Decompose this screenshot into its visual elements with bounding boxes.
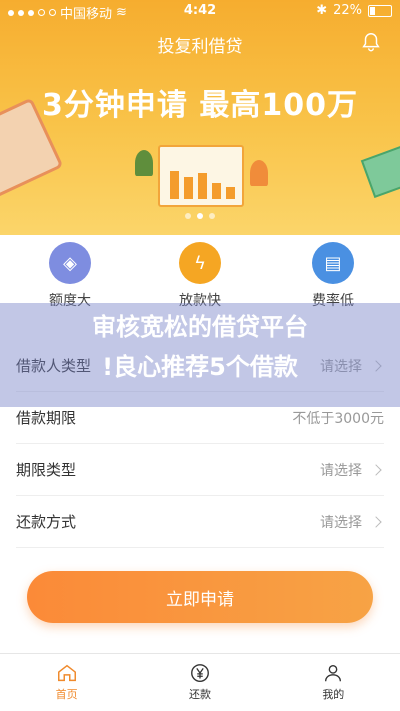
chevron-right-icon: [370, 463, 382, 476]
plant-illustration: [135, 150, 153, 176]
hero-banner: 中国移动 ≋ 4:42 ✱ 22% 投复利借贷 3分钟申请 最高100万: [0, 0, 400, 235]
battery-percent: 22%: [333, 3, 362, 18]
tab-label: 还款: [188, 688, 211, 701]
wallet-icon: ◈: [49, 242, 91, 284]
row-label: 期限类型: [16, 461, 77, 479]
bluetooth-icon: ✱: [316, 3, 328, 18]
chart-board-illustration: [158, 145, 244, 207]
yen-icon: [191, 664, 209, 682]
feature-item: ϟ 放款快: [150, 240, 250, 310]
status-bar: 中国移动 ≋ 4:42 ✱ 22%: [0, 0, 400, 22]
tab-label: 首页: [55, 688, 78, 701]
apply-button[interactable]: 立即申请: [27, 571, 373, 623]
bell-icon[interactable]: [360, 31, 382, 53]
feature-item: ◈ 额度大: [20, 240, 120, 310]
chevron-right-icon: [370, 515, 382, 528]
tab-label: 我的: [322, 688, 345, 701]
id-card-icon: ▤: [312, 242, 354, 284]
feature-item: ▤ 费率低: [283, 240, 383, 310]
row-label: 还款方式: [16, 513, 77, 531]
home-icon: [57, 664, 76, 682]
promo-overlay[interactable]: 审核宽松的借贷平台 !良心推荐5个借款: [0, 303, 400, 407]
lightning-icon: ϟ: [179, 242, 221, 284]
tab-home[interactable]: 首页: [0, 654, 133, 711]
plant-illustration: [250, 160, 268, 186]
banner-slogan: 3分钟申请 最高100万: [42, 88, 358, 123]
tab-repay[interactable]: 还款: [133, 654, 266, 711]
row-label: 借款期限: [16, 409, 77, 427]
overlay-line: 审核宽松的借贷平台: [92, 313, 308, 341]
overlay-line: !良心推荐5个借款: [102, 353, 298, 381]
form-row-term-type[interactable]: 期限类型 请选择: [16, 444, 384, 496]
battery-icon: [368, 4, 392, 17]
page-title: 投复利借贷: [157, 37, 243, 57]
user-icon: [325, 664, 342, 682]
row-value: 不低于3000元: [292, 410, 384, 427]
row-value: 请选择: [320, 514, 362, 531]
carousel-indicator[interactable]: [0, 213, 400, 219]
tab-bar: 首页 还款 我的: [0, 653, 400, 711]
row-value: 请选择: [320, 462, 362, 479]
money-illustration: [360, 141, 400, 199]
tab-profile[interactable]: 我的: [267, 654, 400, 711]
form-row-repayment-method[interactable]: 还款方式 请选择: [16, 496, 384, 548]
